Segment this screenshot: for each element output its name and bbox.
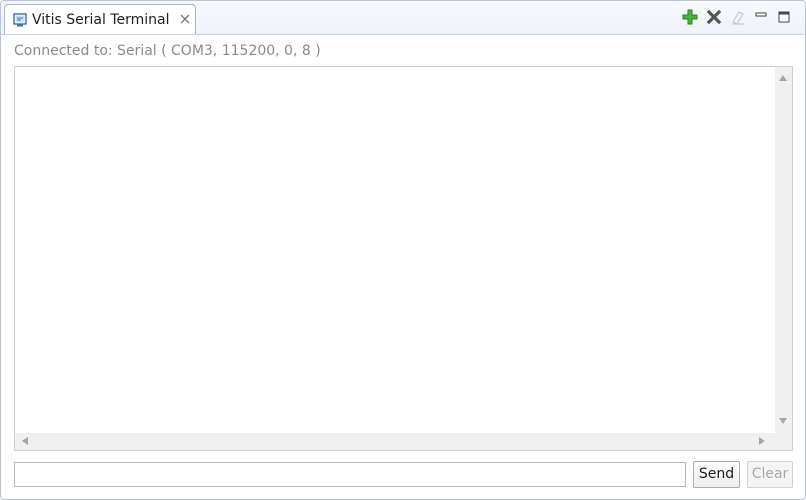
terminal-icon bbox=[13, 13, 27, 27]
scroll-left-icon[interactable] bbox=[20, 436, 30, 446]
minimize-icon[interactable] bbox=[753, 9, 769, 25]
serial-terminal-view: Vitis Serial Terminal Connected to: Seri… bbox=[0, 0, 806, 500]
horizontal-scrollbar[interactable] bbox=[15, 433, 775, 450]
terminal-output[interactable] bbox=[14, 66, 793, 451]
scroll-down-icon[interactable] bbox=[778, 416, 788, 426]
tab-strip: Vitis Serial Terminal bbox=[1, 1, 805, 35]
plus-icon[interactable] bbox=[682, 9, 698, 25]
eraser-icon[interactable] bbox=[730, 9, 746, 25]
tab-vitis-serial-terminal[interactable]: Vitis Serial Terminal bbox=[4, 4, 196, 34]
x-icon[interactable] bbox=[706, 9, 722, 25]
close-tab-icon[interactable] bbox=[179, 13, 191, 25]
send-input[interactable] bbox=[14, 462, 686, 487]
scroll-right-icon[interactable] bbox=[757, 436, 767, 446]
tab-title: Vitis Serial Terminal bbox=[32, 12, 170, 28]
clear-button[interactable]: Clear bbox=[747, 461, 793, 488]
scroll-up-icon[interactable] bbox=[778, 73, 788, 83]
maximize-icon[interactable] bbox=[776, 9, 792, 25]
vertical-scrollbar[interactable] bbox=[775, 67, 792, 433]
connection-status: Connected to: Serial ( COM3, 115200, 0, … bbox=[14, 43, 321, 59]
scrollbar-corner bbox=[775, 433, 792, 450]
send-button[interactable]: Send bbox=[693, 461, 740, 488]
